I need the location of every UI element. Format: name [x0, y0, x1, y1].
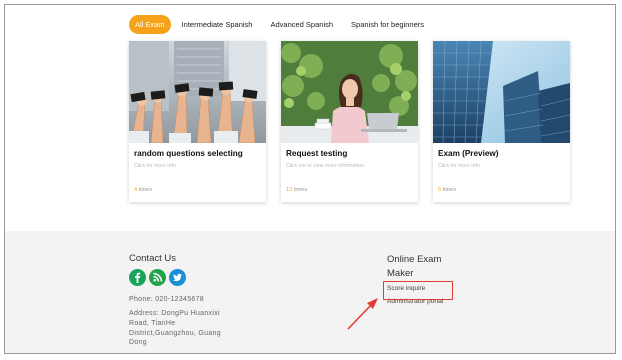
card-view-count: 4 times	[134, 187, 152, 193]
card-subtitle: Click me to view more information.	[286, 163, 366, 169]
contact-address: Address: DongPu Huanxixi Road, TianHe Di…	[129, 310, 221, 347]
card-view-count: 13 times	[286, 187, 307, 193]
twitter-icon[interactable]	[169, 269, 186, 286]
browser-viewport: All Exam Intermediate Spanish Advanced S…	[4, 4, 616, 354]
contact-us-heading: Contact Us	[129, 253, 176, 264]
tab-all-exam[interactable]: All Exam	[129, 15, 171, 34]
online-exam-maker-heading: Online Exam Maker	[387, 254, 442, 279]
facebook-icon[interactable]	[129, 269, 146, 286]
tab-spanish-for-beginners[interactable]: Spanish for beginners	[344, 15, 431, 34]
view-count-number: 13	[286, 187, 293, 193]
glass-skyscrapers-image	[433, 41, 570, 143]
view-count-suffix: times	[442, 187, 457, 193]
exam-card-preview[interactable]: Exam (Preview) Click for more info 5 tim…	[433, 41, 570, 202]
exam-card-list: random questions selecting Click for mor…	[129, 41, 570, 202]
view-count-number: 5	[438, 187, 442, 193]
rss-icon[interactable]	[149, 269, 166, 286]
view-count-suffix: times	[293, 187, 308, 193]
exam-card-request-testing[interactable]: Request testing Click me to view more in…	[281, 41, 418, 202]
exam-category-tabs: All Exam Intermediate Spanish Advanced S…	[129, 15, 435, 34]
tab-advanced-spanish[interactable]: Advanced Spanish	[263, 15, 340, 34]
woman-at-laptop-image	[281, 41, 418, 143]
card-title: Request testing	[286, 149, 348, 158]
card-view-count: 5 times	[438, 187, 456, 193]
view-count-suffix: times	[138, 187, 153, 193]
card-title: random questions selecting	[134, 149, 243, 158]
card-title: Exam (Preview)	[438, 149, 499, 158]
card-subtitle: Click for more info	[438, 163, 480, 169]
view-count-number: 4	[134, 187, 138, 193]
hands-holding-cards-image	[129, 41, 266, 143]
site-footer: Contact Us Phone: 020-12345678 Address: …	[5, 231, 615, 353]
exam-card-random-questions[interactable]: random questions selecting Click for mor…	[129, 41, 266, 202]
card-subtitle: Click for more info	[134, 163, 176, 169]
highlight-box	[383, 281, 453, 300]
social-links	[129, 269, 186, 286]
tab-intermediate-spanish[interactable]: Intermediate Spanish	[175, 15, 260, 34]
red-arrow-icon	[345, 297, 381, 336]
contact-phone: Phone: 020-12345678	[129, 296, 204, 303]
